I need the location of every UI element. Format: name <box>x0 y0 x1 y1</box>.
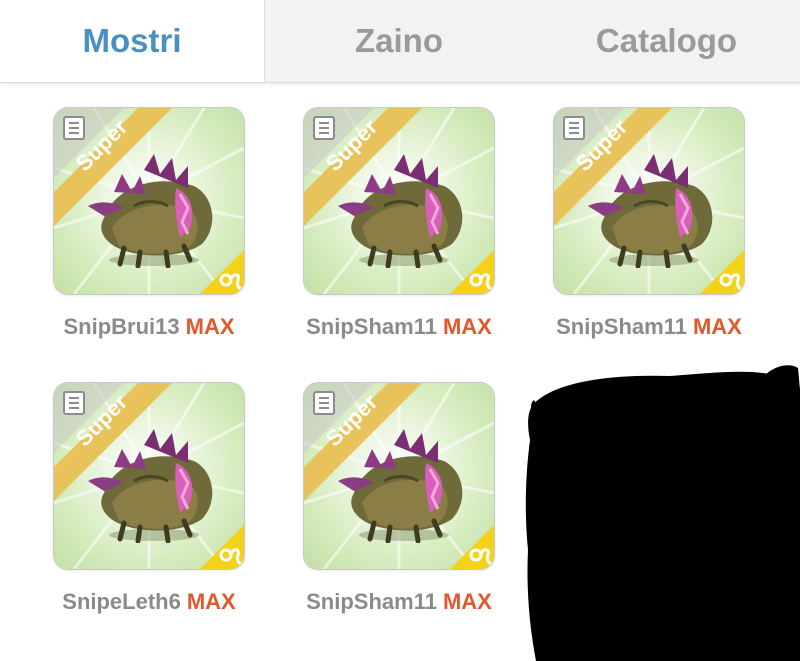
monster-level: MAX <box>692 314 742 339</box>
monster-label: SnipSham11 MAX <box>274 314 524 340</box>
monster-name: SnipeLeth6 <box>62 589 181 614</box>
leo-zodiac-icon <box>450 525 494 569</box>
document-icon <box>563 116 585 140</box>
document-icon <box>63 116 85 140</box>
monster-label: SnipSham11 MAX <box>524 314 774 340</box>
monster-name: SnipBrui13 <box>63 314 180 339</box>
tab-bar: Mostri Zaino Catalogo <box>0 0 800 83</box>
leo-zodiac-icon <box>200 250 244 294</box>
monster-level: MAX <box>442 589 492 614</box>
monster-name: SnipSham11 <box>556 314 687 339</box>
redaction-overlay <box>525 365 800 661</box>
leo-zodiac-icon <box>450 250 494 294</box>
document-icon <box>313 391 335 415</box>
monster-card[interactable]: Super <box>554 108 744 294</box>
document-icon <box>313 116 335 140</box>
monster-label: SnipSham11 MAX <box>274 589 524 615</box>
monster-label: SnipBrui13 MAX <box>24 314 274 340</box>
tab-mostri[interactable]: Mostri <box>0 0 265 82</box>
monster-card[interactable]: Super <box>54 383 244 569</box>
monster-card[interactable]: Super <box>54 108 244 294</box>
monster-card[interactable]: Super <box>304 383 494 569</box>
monster-level: MAX <box>185 314 235 339</box>
document-icon <box>63 391 85 415</box>
monster-name: SnipSham11 <box>306 314 437 339</box>
monster-name: SnipSham11 <box>306 589 437 614</box>
tab-zaino[interactable]: Zaino <box>265 0 533 82</box>
monster-level: MAX <box>442 314 492 339</box>
tab-catalogo[interactable]: Catalogo <box>533 0 800 82</box>
leo-zodiac-icon <box>700 250 744 294</box>
monster-label: SnipeLeth6 MAX <box>24 589 274 615</box>
leo-zodiac-icon <box>200 525 244 569</box>
monster-level: MAX <box>186 589 236 614</box>
monster-card[interactable]: Super <box>304 108 494 294</box>
